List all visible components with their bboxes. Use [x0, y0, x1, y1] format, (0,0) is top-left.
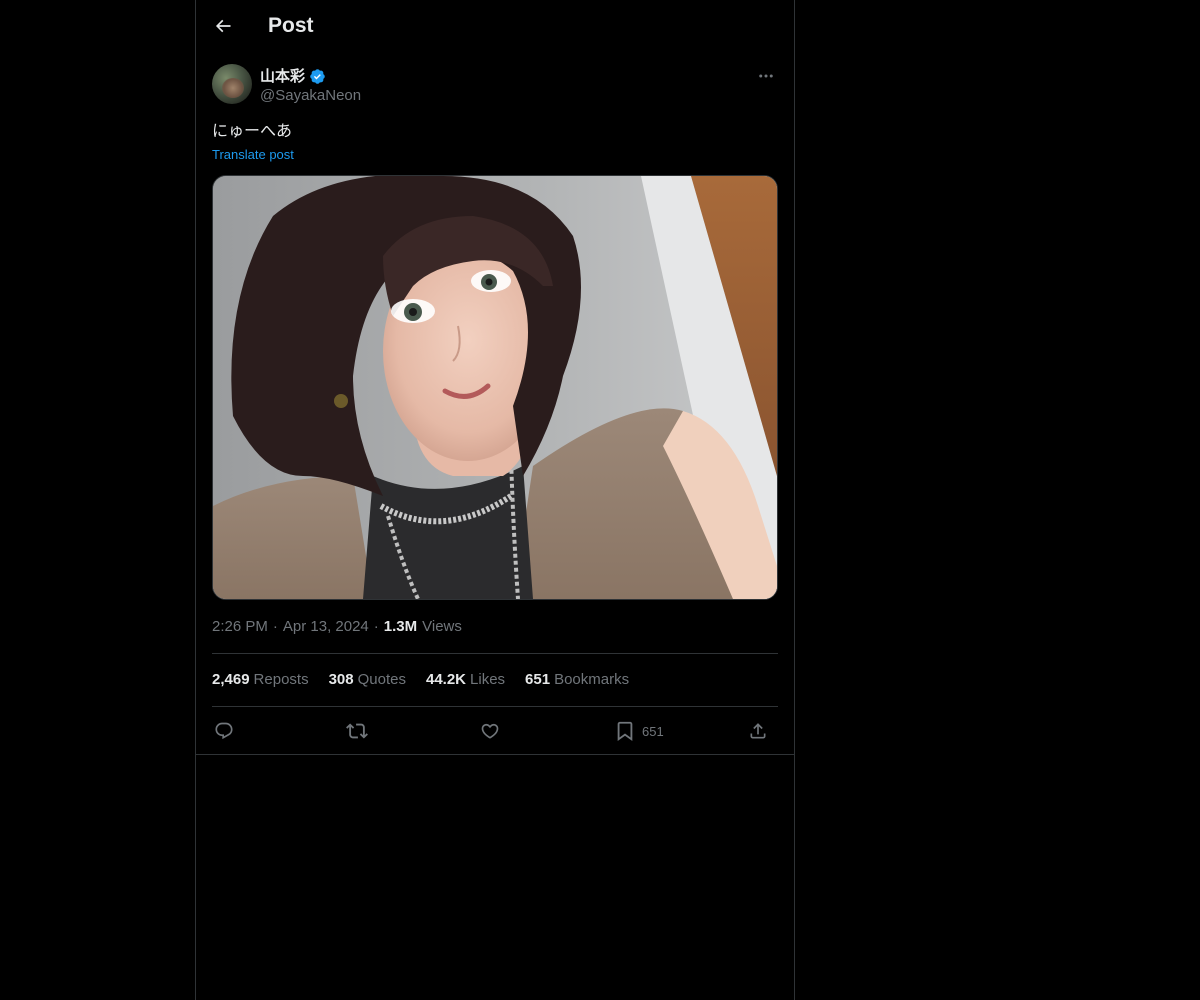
reposts-label: Reposts	[253, 671, 309, 688]
repost-icon	[346, 723, 368, 739]
share-icon	[750, 723, 766, 739]
bookmark-count: 651	[642, 723, 664, 739]
reposts-count: 2,469	[212, 671, 250, 688]
back-button[interactable]	[208, 11, 238, 41]
views-count: 1.3M	[383, 618, 418, 635]
divider	[212, 706, 778, 707]
meta-separator: ·	[373, 618, 379, 635]
arrow-left-icon	[215, 19, 231, 33]
post-photo[interactable]	[212, 175, 778, 600]
views-label: Views	[422, 618, 462, 635]
reposts-stat[interactable]: 2,469 Reposts	[212, 670, 309, 690]
likes-count: 44.2K	[425, 671, 467, 688]
top-bar: Post	[196, 0, 794, 53]
post-text: にゅーへあ	[212, 121, 293, 140]
post-detail-column: Post 山本彩 @SayakaNeon にゅーへあ Translate pos…	[195, 0, 795, 1000]
photo-image	[213, 176, 777, 599]
display-name-row: 山本彩	[260, 66, 326, 86]
translate-post-link[interactable]: Translate post	[212, 146, 294, 164]
bookmarks-label: Bookmarks	[554, 671, 630, 688]
quotes-stat[interactable]: 308 Quotes	[329, 670, 406, 690]
more-options-button[interactable]	[754, 66, 778, 86]
repost-button[interactable]	[346, 716, 368, 746]
like-button[interactable]	[480, 716, 500, 746]
post-author: 山本彩 @SayakaNeon	[212, 64, 778, 108]
likes-stat[interactable]: 44.2K Likes	[426, 670, 505, 690]
quotes-count: 308	[328, 671, 354, 688]
meta-separator: ·	[272, 618, 278, 635]
reply-button[interactable]	[214, 716, 234, 746]
divider	[196, 754, 794, 755]
likes-label: Likes	[470, 671, 506, 688]
share-button[interactable]	[748, 716, 768, 746]
page-title: Post	[268, 14, 314, 37]
reply-icon	[215, 722, 233, 740]
like-icon	[481, 723, 499, 739]
bookmark-icon	[617, 721, 633, 742]
bookmark-button[interactable]: 651	[614, 716, 664, 746]
avatar[interactable]	[212, 64, 252, 104]
post-date[interactable]: Apr 13, 2024	[283, 617, 369, 637]
bookmarks-stat[interactable]: 651 Bookmarks	[525, 670, 629, 690]
quotes-label: Quotes	[357, 671, 406, 688]
author-display-name[interactable]: 山本彩	[260, 66, 305, 86]
bookmarks-count: 651	[525, 671, 551, 688]
verified-badge-icon	[309, 68, 326, 85]
divider	[212, 653, 778, 654]
post-time[interactable]: 2:26 PM	[212, 617, 268, 637]
post-meta: 2:26 PM · Apr 13, 2024 · 1.3M Views	[212, 617, 462, 637]
action-bar: 651	[212, 716, 778, 746]
more-horizontal-icon	[759, 74, 773, 78]
post-stats: 2,469 Reposts 308 Quotes 44.2K Likes 651 Boo…	[212, 670, 629, 690]
author-handle[interactable]: @SayakaNeon	[260, 86, 361, 106]
